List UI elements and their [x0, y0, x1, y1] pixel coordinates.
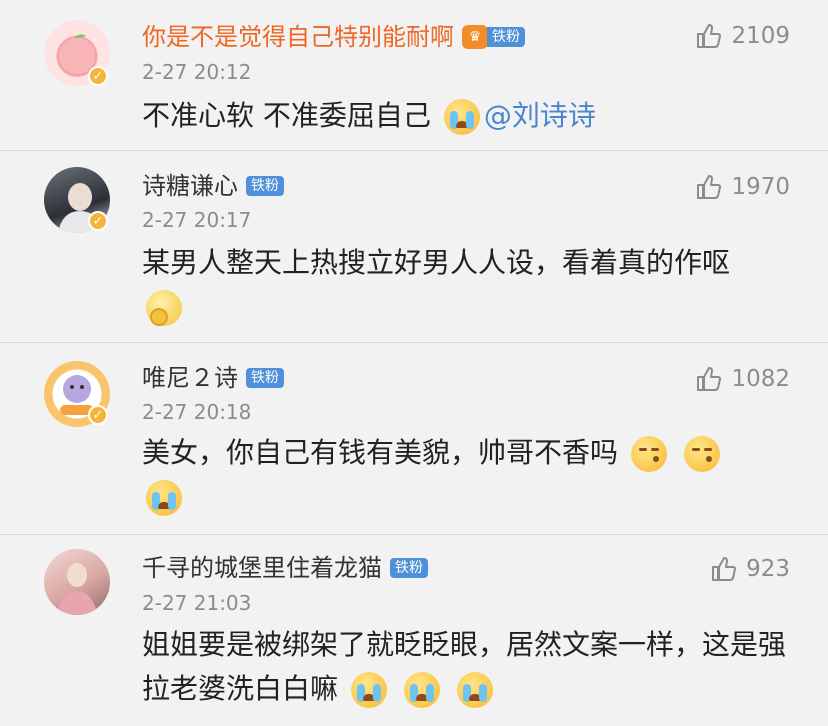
comment-header: 唯尼２诗 铁粉	[142, 363, 284, 393]
portrait-icon	[56, 563, 98, 615]
comment-text: 某男人整天上热搜立好男人人设，看着真的作呕	[142, 241, 772, 329]
crying-face-icon	[443, 99, 480, 135]
crying-face-icon	[350, 672, 387, 708]
comment-item: ✓ 诗糖谦心 铁粉 1970 2-27 20:17 某男人整天上热搜立好男人人设…	[0, 151, 828, 343]
thumbs-up-icon	[697, 175, 722, 199]
username[interactable]: 你是不是觉得自己特别能耐啊	[142, 22, 454, 52]
tearful-face-icon	[146, 480, 182, 516]
verified-icon: ✓	[88, 405, 108, 425]
comment-time: 2-27 20:12	[142, 60, 252, 84]
crying-face-icon	[456, 672, 493, 708]
comment-item: 千寻的城堡里住着龙猫 铁粉 923 2-27 21:03 姐姐要是被绑架了就眨眨…	[0, 535, 828, 726]
thumbs-up-icon	[712, 557, 737, 581]
fan-badge: 铁粉	[487, 27, 525, 47]
comment-body: 不准心软 不准委屈自己	[142, 99, 431, 132]
mention-link[interactable]: @刘诗诗	[484, 99, 596, 132]
avatar[interactable]	[44, 549, 110, 615]
vomit-face-icon	[146, 290, 182, 326]
thumbs-up-icon	[697, 24, 722, 48]
username[interactable]: 诗糖谦心	[142, 171, 238, 201]
crown-icon: ♛	[462, 25, 488, 49]
thumbs-up-icon	[697, 367, 722, 391]
username[interactable]: 千寻的城堡里住着龙猫	[142, 553, 382, 583]
like-button[interactable]: 2109	[695, 22, 790, 50]
like-count: 1970	[731, 174, 790, 200]
comment-header: 千寻的城堡里住着龙猫 铁粉	[142, 553, 428, 583]
comment-body: 美女，你自己有钱有美貌，帅哥不香吗	[142, 436, 619, 469]
comment-item: ✓ 你是不是觉得自己特别能耐啊 ♛ 铁粉 2109 2-27 20:12 不准心…	[0, 0, 828, 151]
comment-time: 2-27 20:17	[142, 208, 252, 232]
fan-badge: 铁粉	[246, 368, 284, 388]
like-button[interactable]: 1082	[695, 365, 790, 393]
crying-face-icon	[403, 672, 440, 708]
comment-body: 某男人整天上热搜立好男人人设，看着真的作呕	[142, 246, 731, 279]
verified-icon: ✓	[88, 66, 108, 86]
kiss-face-icon	[630, 436, 667, 472]
comment-time: 2-27 21:03	[142, 591, 252, 615]
like-button[interactable]: 1970	[695, 173, 790, 201]
kiss-face-icon	[683, 436, 720, 472]
comment-text: 姐姐要是被绑架了就眨眨眼，居然文案一样，这是强拉老婆洗白白嘛	[142, 623, 792, 711]
comment-header: 诗糖谦心 铁粉	[142, 171, 284, 201]
verified-icon: ✓	[88, 211, 108, 231]
fan-badge: 铁粉	[390, 558, 428, 578]
like-count: 2109	[731, 23, 790, 49]
like-count: 1082	[731, 366, 790, 392]
fan-badge: 铁粉	[246, 176, 284, 196]
comment-text: 美女，你自己有钱有美貌，帅哥不香吗	[142, 431, 772, 519]
comment-item: ✓ 唯尼２诗 铁粉 1082 2-27 20:18 美女，你自己有钱有美貌，帅哥…	[0, 343, 828, 535]
username[interactable]: 唯尼２诗	[142, 363, 238, 393]
like-button[interactable]: 923	[710, 555, 790, 583]
comment-text: 不准心软 不准委屈自己 @刘诗诗	[142, 94, 782, 138]
comment-time: 2-27 20:18	[142, 400, 252, 424]
like-count: 923	[746, 556, 790, 582]
comment-header: 你是不是觉得自己特别能耐啊 ♛ 铁粉	[142, 22, 525, 52]
